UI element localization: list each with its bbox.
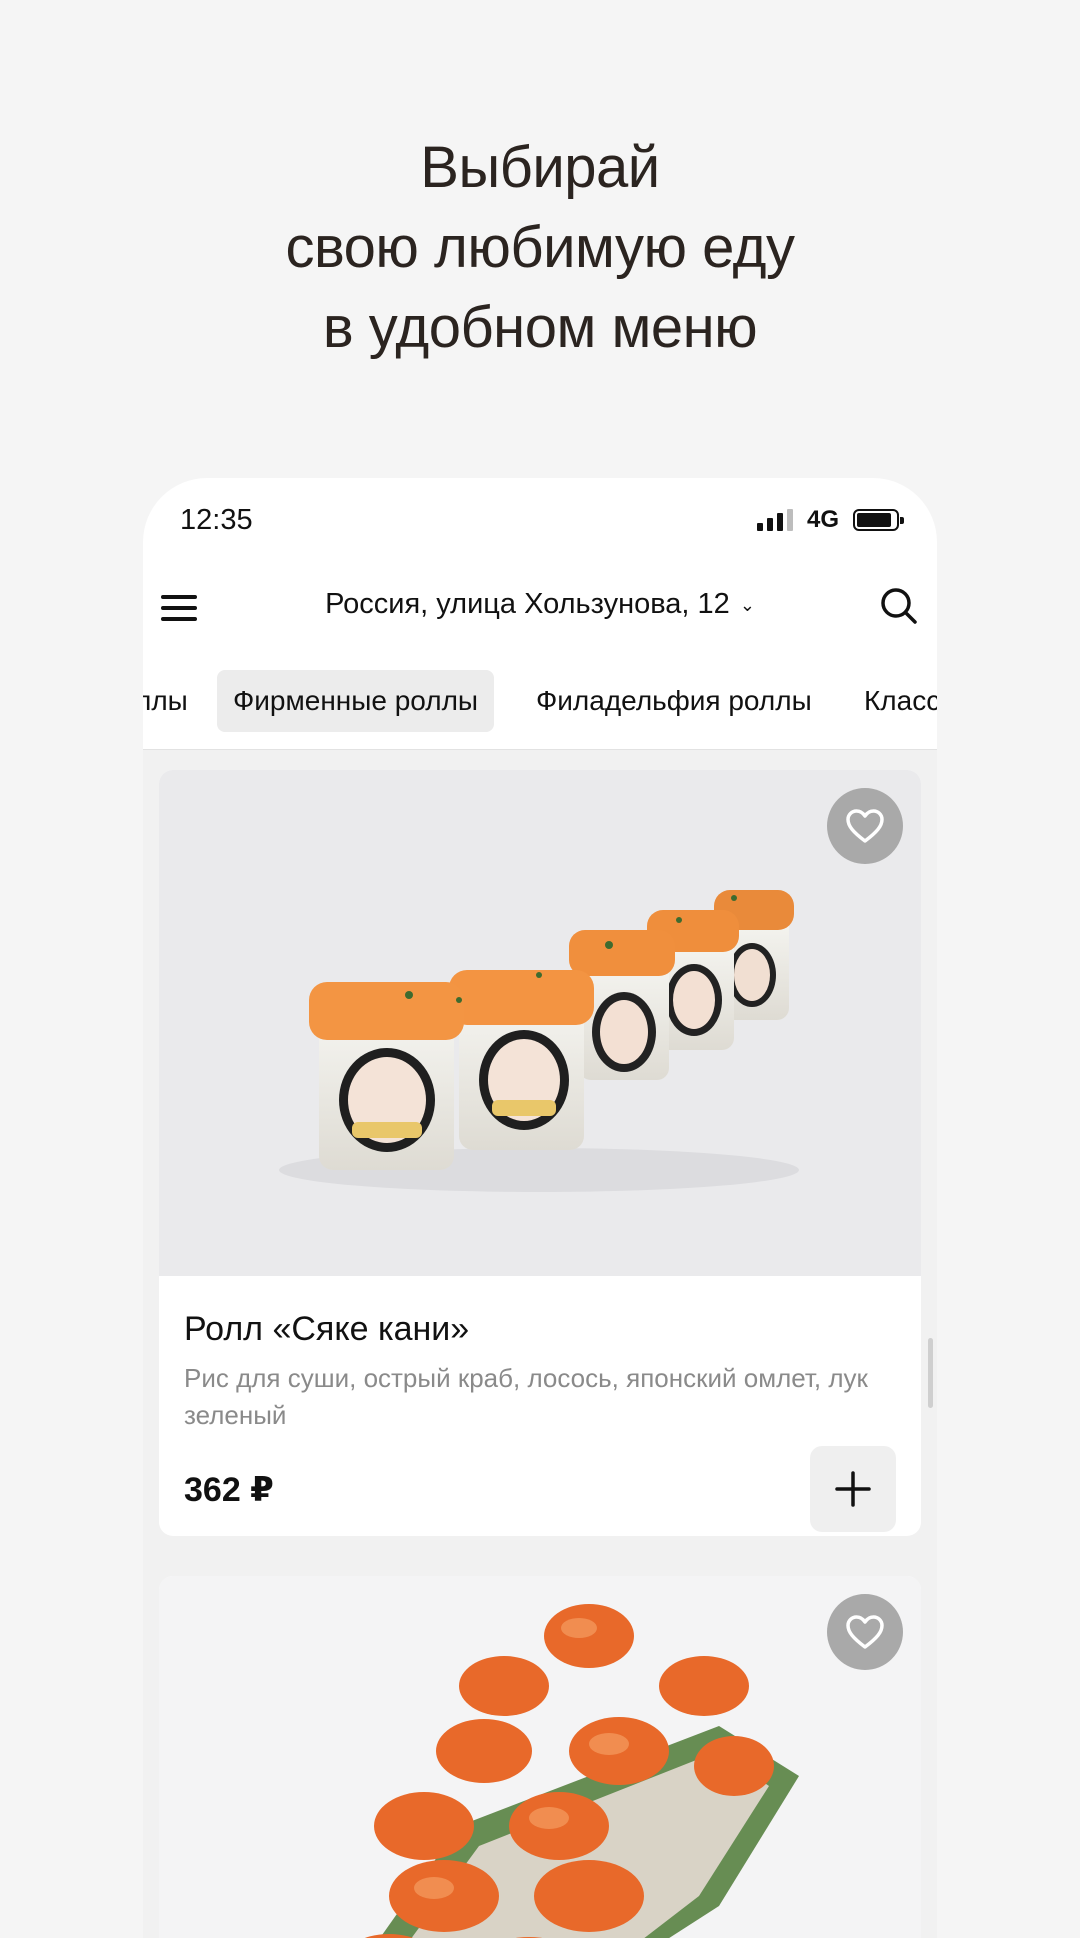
battery-icon bbox=[853, 509, 904, 531]
product-price: 362 ₽ bbox=[184, 1471, 274, 1509]
status-indicators: 4G bbox=[756, 506, 904, 534]
address-selector[interactable]: Россия, улица Хользунова, 12 ⌄ bbox=[143, 588, 937, 621]
plus-icon bbox=[835, 1471, 871, 1507]
tab-signature-rolls[interactable]: Фирменные роллы bbox=[217, 670, 495, 732]
heart-icon bbox=[846, 809, 884, 843]
search-icon[interactable] bbox=[877, 584, 921, 628]
chevron-down-icon: ⌄ bbox=[739, 594, 755, 615]
category-tabs: ллы Фирменные роллы Филадельфия роллы Кл… bbox=[143, 670, 937, 736]
heart-icon bbox=[846, 1615, 884, 1649]
promo-headline: Выбирай свою любимую еду в удобном меню bbox=[0, 128, 1080, 368]
signal-icon bbox=[756, 509, 793, 531]
headline-line-2: свою любимую еду bbox=[285, 215, 795, 280]
app-header: 12:35 4G Россия, улица Хользунова, 12 ⌄ л… bbox=[143, 478, 937, 750]
product-card[interactable]: Ролл «Сяке кани» Рис для суши, острый кр… bbox=[159, 770, 921, 1536]
phone-screen: 12:35 4G Россия, улица Хользунова, 12 ⌄ л… bbox=[143, 478, 937, 1938]
product-photo bbox=[159, 1576, 921, 1938]
product-card[interactable] bbox=[159, 1576, 921, 1938]
product-photo bbox=[159, 770, 921, 1276]
tab-classic[interactable]: Класс bbox=[848, 670, 937, 732]
tab-rolls[interactable]: ллы bbox=[143, 670, 204, 732]
status-time: 12:35 bbox=[180, 504, 253, 536]
headline-line-1: Выбирай bbox=[420, 135, 660, 200]
add-to-cart-button[interactable] bbox=[810, 1446, 896, 1532]
favorite-button[interactable] bbox=[827, 788, 903, 864]
tab-philadelphia-rolls[interactable]: Филадельфия роллы bbox=[520, 670, 828, 732]
address-text: Россия, улица Хользунова, 12 bbox=[325, 588, 730, 620]
favorite-button[interactable] bbox=[827, 1594, 903, 1670]
product-title: Ролл «Сяке кани» bbox=[184, 1310, 470, 1348]
headline-line-3: в удобном меню bbox=[322, 295, 758, 360]
network-type: 4G bbox=[806, 506, 839, 533]
product-description: Рис для суши, острый краб, лосось, японс… bbox=[184, 1363, 868, 1430]
scrollbar[interactable] bbox=[928, 1338, 933, 1408]
